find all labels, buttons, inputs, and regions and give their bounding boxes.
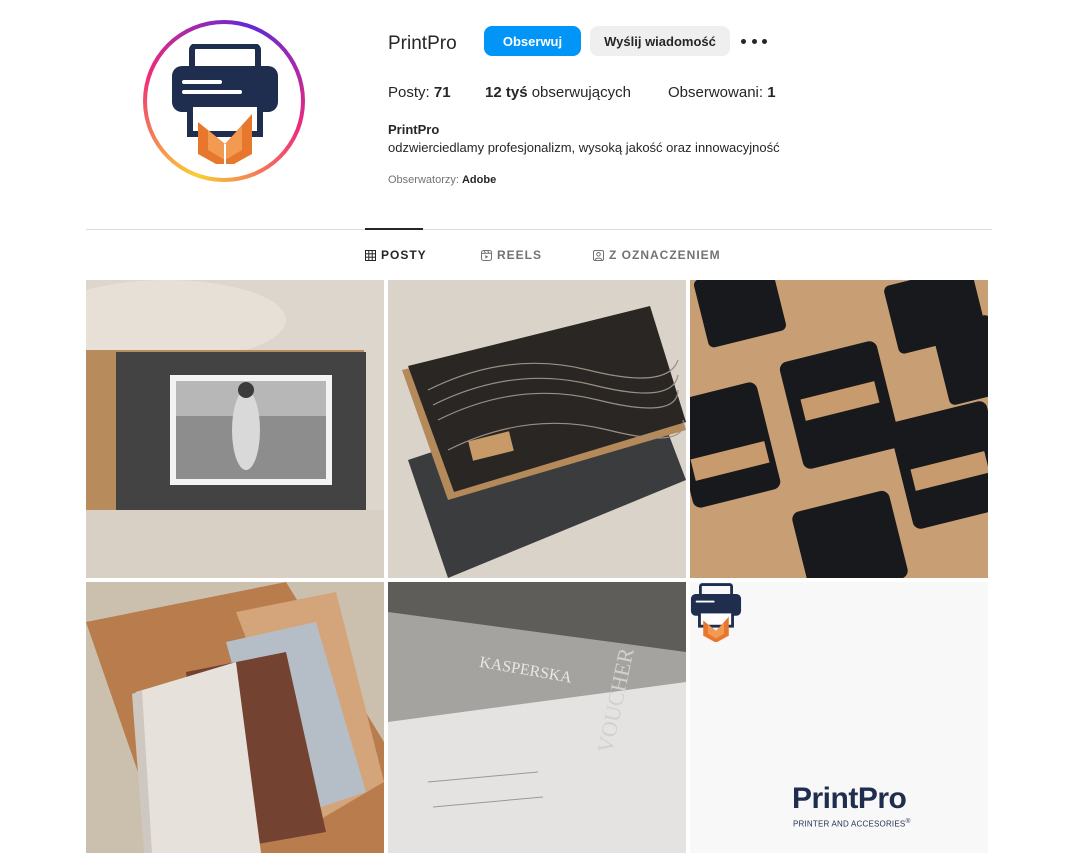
tab-tagged-label: Z OZNACZENIEM [609,248,721,262]
brand-tagline: PRINTER AND ACCESORIES® [793,818,911,829]
post-notebook-pattern[interactable] [388,280,686,578]
more-options-icon[interactable] [741,30,767,52]
tab-posts[interactable]: POSTY [365,248,427,262]
active-tab-indicator [365,228,423,230]
profile-username: PrintPro [388,33,457,54]
tab-reels-label: REELS [497,248,543,262]
reels-icon [481,249,492,261]
printer-logo-icon [690,583,742,642]
post-image [86,582,384,853]
tagged-icon [593,249,604,261]
post-image [86,280,384,578]
tab-reels[interactable]: REELS [481,248,542,262]
brand-tagline-text: PRINTER AND ACCESORIES [793,819,906,829]
followers-label: obserwujących [531,84,631,101]
followers-value: 12 tyś [485,84,528,101]
printer-logo-icon [172,44,278,164]
post-image: KASPERSKA VOUCHER [388,582,686,853]
tab-tagged[interactable]: Z OZNACZENIEM [593,248,721,262]
registered-mark: ® [905,818,911,825]
posts-count: Posty: 71 [388,84,451,101]
tab-posts-label: POSTY [381,248,427,262]
posts-value: 71 [433,84,451,101]
post-image [388,280,686,578]
avatar-inner [147,24,301,178]
grid-icon [365,249,376,261]
bio-text: odzwierciedlamy profesjonalizm, wysoką j… [388,140,780,155]
profile-avatar[interactable] [143,20,305,182]
post-image [690,280,988,578]
post-calendars-kraft[interactable] [690,280,988,578]
followed-by-label: Obserwatorzy: [388,174,459,186]
follow-button[interactable]: Obserwuj [484,26,581,56]
post-photo-album-wood[interactable] [86,280,384,578]
post-brand-logo[interactable]: PrintPro PRINTER AND ACCESORIES® [690,582,988,853]
followers-count[interactable]: 12 tyś obserwujących [485,84,631,101]
followed-by-name: Adobe [461,174,497,186]
brand-name: PrintPro [792,782,907,815]
post-notebooks-leather[interactable] [86,582,384,853]
bio-name: PrintPro [388,122,440,137]
following-value: 1 [767,84,776,101]
followed-by[interactable]: Obserwatorzy: Adobe [388,174,496,186]
send-message-button[interactable]: Wyślij wiadomość [590,26,730,56]
post-voucher-kasperska[interactable]: KASPERSKA VOUCHER [388,582,686,853]
tabs-divider [86,229,992,230]
following-count[interactable]: Obserwowani: 1 [668,84,776,101]
posts-label: Posty: [388,84,430,101]
following-label: Obserwowani: [668,84,764,101]
